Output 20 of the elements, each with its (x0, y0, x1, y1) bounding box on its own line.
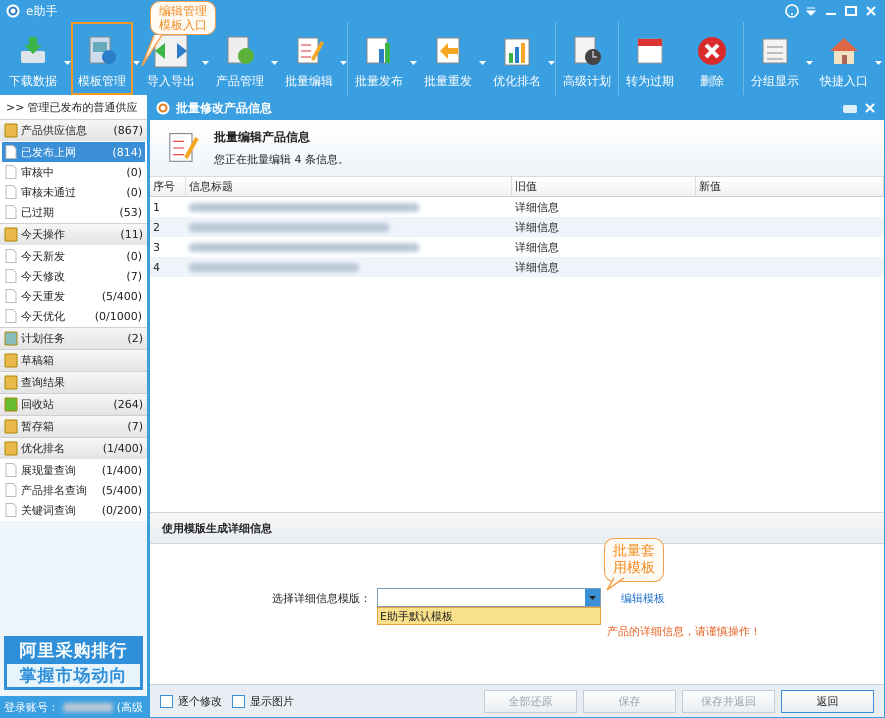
dialog-heading: 批量编辑产品信息 (214, 129, 311, 146)
account-level: (高级 (116, 700, 143, 714)
table-cell: 4 (150, 257, 186, 277)
annotation-callout: 批量套 用模板 (604, 538, 664, 582)
table-cell: 详细信息 (512, 217, 696, 237)
column-header: 信息标题 (186, 177, 512, 197)
column-header: 旧值 (512, 177, 696, 197)
dialog-title: 批量修改产品信息 (176, 100, 272, 116)
annotation-callout: 编辑管理 模板入口 (150, 1, 216, 35)
account-label: 登录账号： (4, 700, 59, 714)
column-header: 新值 (696, 177, 884, 197)
window-title: e助手 (26, 2, 58, 20)
section-title: 使用模版生成详细信息 (150, 512, 884, 544)
template-label: 选择详细信息模版： (272, 591, 371, 606)
warning-text: 产品的详细信息，请谨慎操作！ (607, 624, 761, 639)
table-cell: 详细信息 (512, 257, 696, 277)
sidebar-header: 管理已发布的普通供应 (27, 100, 138, 114)
table-cell: 2 (150, 217, 186, 237)
column-header: 序号 (150, 177, 186, 197)
dialog-subheading: 您正在批量编辑 4 条信息。 (214, 152, 349, 167)
